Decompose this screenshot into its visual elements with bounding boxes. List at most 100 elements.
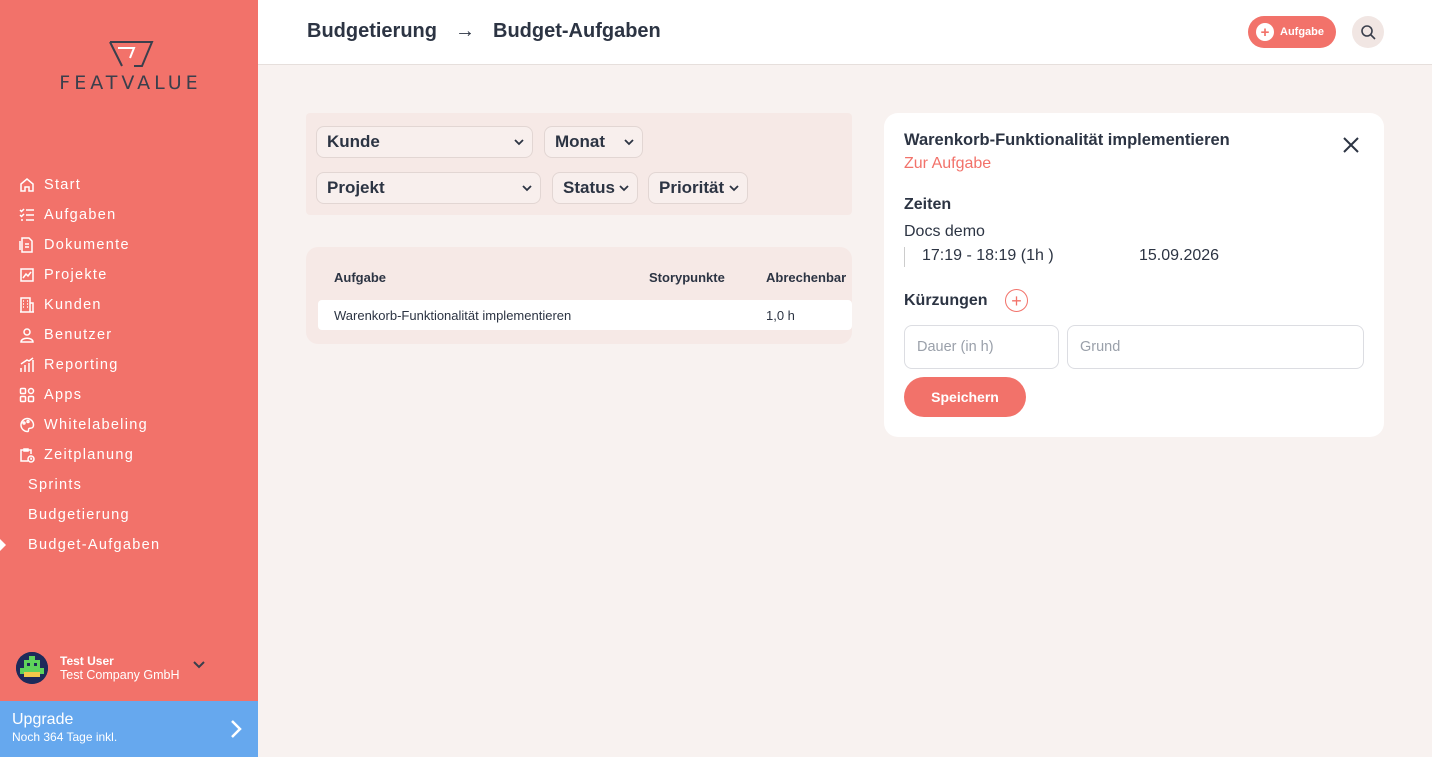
sidebar-item-sprints[interactable]: Sprints bbox=[0, 470, 258, 500]
sidebar-item-label: Benutzer bbox=[44, 327, 113, 343]
sidebar-item-dokumente[interactable]: Dokumente bbox=[0, 230, 258, 260]
sidebar-nav: Start Aufgaben Dokumente Projekte Kunden… bbox=[0, 170, 258, 560]
filter-bar: Kunde Monat Projekt Status Priorität bbox=[306, 113, 852, 215]
sidebar-item-label: Budgetierung bbox=[28, 507, 130, 523]
add-kuerzung-button[interactable]: + bbox=[1005, 289, 1028, 312]
sidebar-item-budget-aufgaben[interactable]: Budget-Aufgaben bbox=[0, 530, 258, 560]
sidebar-item-label: Sprints bbox=[28, 477, 83, 493]
dauer-input[interactable]: Dauer (in h) bbox=[904, 325, 1059, 369]
plus-icon: + bbox=[1256, 23, 1274, 41]
dauer-placeholder: Dauer (in h) bbox=[917, 339, 994, 355]
filter-status-select[interactable]: Status bbox=[552, 172, 638, 204]
chevron-down-icon bbox=[729, 185, 739, 192]
chevron-down-icon bbox=[522, 185, 532, 192]
budget-tasks-table: Aufgabe Storypunkte Abrechenbar Warenkor… bbox=[306, 247, 852, 344]
chevron-right-icon bbox=[231, 720, 242, 738]
add-task-button[interactable]: + Aufgabe bbox=[1248, 16, 1336, 48]
documents-icon bbox=[18, 236, 36, 254]
time-range: 17:19 - 18:19 (1h ) bbox=[922, 247, 1054, 264]
filter-prioritaet-select[interactable]: Priorität bbox=[648, 172, 748, 204]
user-name: Test User bbox=[60, 654, 114, 668]
tasks-icon bbox=[18, 206, 36, 224]
grund-input[interactable]: Grund bbox=[1067, 325, 1364, 369]
time-date: 15.09.2026 bbox=[1139, 247, 1220, 264]
sidebar-item-label: Reporting bbox=[44, 357, 119, 373]
sidebar-item-kunden[interactable]: Kunden bbox=[0, 290, 258, 320]
avatar bbox=[16, 652, 48, 684]
filter-status-value: Status bbox=[563, 178, 615, 197]
cell-aufgabe: Warenkorb-Funktionalität implementieren bbox=[334, 308, 572, 323]
header: Budgetierung → Budget-Aufgaben + Aufgabe bbox=[258, 0, 1432, 65]
clipboard-clock-icon bbox=[18, 446, 36, 464]
filter-prioritaet-value: Priorität bbox=[659, 178, 725, 197]
sidebar-item-label: Dokumente bbox=[44, 237, 130, 253]
breadcrumb-item-budgetierung[interactable]: Budgetierung bbox=[307, 20, 437, 43]
sidebar-item-label: Start bbox=[44, 177, 82, 193]
building-icon bbox=[18, 296, 36, 314]
open-task-link[interactable]: Zur Aufgabe bbox=[904, 155, 991, 173]
sidebar-item-label: Whitelabeling bbox=[44, 417, 148, 433]
sidebar: FEATVALUE Start Aufgaben Dokumente Proje… bbox=[0, 0, 258, 757]
kuerzungen-title: Kürzungen bbox=[904, 292, 988, 309]
sidebar-item-apps[interactable]: Apps bbox=[0, 380, 258, 410]
upgrade-title: Upgrade bbox=[12, 711, 74, 728]
table-row[interactable]: Warenkorb-Funktionalität implementieren … bbox=[318, 300, 852, 330]
filter-kunde-value: Kunde bbox=[327, 132, 380, 151]
sidebar-item-label: Kunden bbox=[44, 297, 102, 313]
filter-projekt-select[interactable]: Projekt bbox=[316, 172, 541, 204]
sidebar-item-label: Zeitplanung bbox=[44, 447, 135, 463]
sidebar-item-label: Budget-Aufgaben bbox=[28, 537, 161, 553]
logo[interactable]: FEATVALUE bbox=[43, 40, 218, 94]
close-icon[interactable] bbox=[1342, 136, 1360, 154]
cell-abrechenbar: 1,0 h bbox=[766, 308, 795, 323]
plus-icon: + bbox=[1011, 290, 1022, 311]
projects-icon bbox=[18, 266, 36, 284]
sidebar-item-reporting[interactable]: Reporting bbox=[0, 350, 258, 380]
grund-placeholder: Grund bbox=[1080, 339, 1121, 355]
filter-monat-select[interactable]: Monat bbox=[544, 126, 643, 158]
upgrade-subtitle: Noch 364 Tage inkl. bbox=[12, 730, 118, 744]
zeiten-title: Zeiten bbox=[904, 196, 952, 213]
home-icon bbox=[18, 176, 36, 194]
sidebar-item-label: Apps bbox=[44, 387, 83, 403]
apps-icon bbox=[18, 386, 36, 404]
palette-icon bbox=[18, 416, 36, 434]
sidebar-item-projekte[interactable]: Projekte bbox=[0, 260, 258, 290]
chevron-down-icon bbox=[624, 139, 634, 146]
chevron-down-icon bbox=[514, 139, 524, 146]
time-divider bbox=[904, 247, 905, 267]
logo-text: FEATVALUE bbox=[59, 72, 202, 94]
breadcrumb-item-current: Budget-Aufgaben bbox=[493, 20, 661, 42]
upgrade-banner[interactable]: Upgrade Noch 364 Tage inkl. bbox=[0, 701, 258, 757]
chart-icon bbox=[18, 356, 36, 374]
sidebar-item-whitelabeling[interactable]: Whitelabeling bbox=[0, 410, 258, 440]
filter-projekt-value: Projekt bbox=[327, 178, 385, 197]
sidebar-item-zeitplanung[interactable]: Zeitplanung bbox=[0, 440, 258, 470]
user-menu[interactable]: Test User Test Company GmbH bbox=[16, 652, 246, 684]
breadcrumb: Budgetierung → Budget-Aufgaben bbox=[307, 20, 661, 43]
task-detail-panel: Warenkorb-Funktionalität implementieren … bbox=[884, 113, 1384, 437]
chevron-down-icon bbox=[619, 185, 629, 192]
breadcrumb-arrow-icon: → bbox=[455, 20, 475, 42]
chevron-down-icon bbox=[193, 661, 206, 669]
add-task-label: Aufgabe bbox=[1280, 26, 1324, 38]
save-button[interactable]: Speichern bbox=[904, 377, 1026, 417]
sidebar-item-label: Projekte bbox=[44, 267, 108, 283]
sidebar-item-aufgaben[interactable]: Aufgaben bbox=[0, 200, 258, 230]
search-button[interactable] bbox=[1352, 16, 1384, 48]
logo-icon bbox=[108, 41, 153, 67]
column-header-abrechenbar[interactable]: Abrechenbar bbox=[766, 270, 846, 285]
filter-kunde-select[interactable]: Kunde bbox=[316, 126, 533, 158]
avatar-icon bbox=[16, 652, 48, 684]
sidebar-item-label: Aufgaben bbox=[44, 207, 117, 223]
user-icon bbox=[18, 326, 36, 344]
sidebar-item-benutzer[interactable]: Benutzer bbox=[0, 320, 258, 350]
sidebar-item-start[interactable]: Start bbox=[0, 170, 258, 200]
search-icon bbox=[1361, 25, 1376, 40]
sidebar-item-budgetierung[interactable]: Budgetierung bbox=[0, 500, 258, 530]
column-header-storypunkte[interactable]: Storypunkte bbox=[649, 270, 725, 285]
task-detail-title: Warenkorb-Funktionalität implementieren bbox=[904, 131, 1230, 149]
user-company: Test Company GmbH bbox=[60, 668, 180, 682]
column-header-aufgabe[interactable]: Aufgabe bbox=[334, 270, 386, 285]
filter-monat-value: Monat bbox=[555, 132, 606, 151]
